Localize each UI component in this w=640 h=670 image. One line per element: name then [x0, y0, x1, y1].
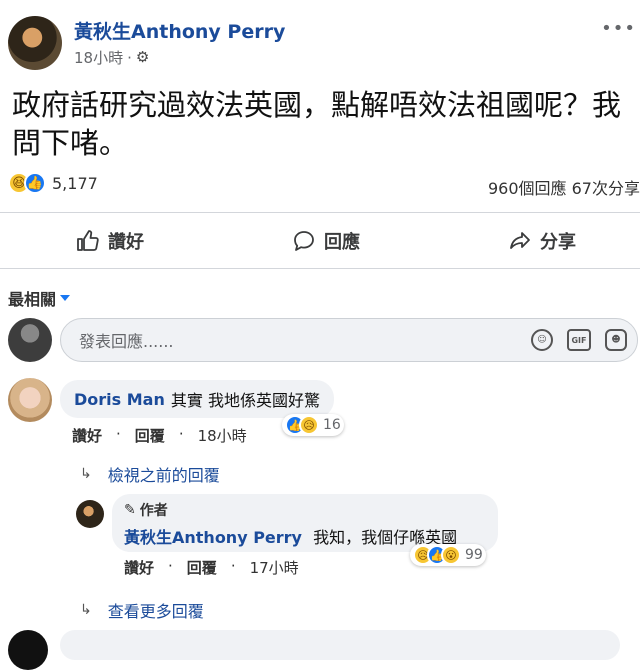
reaction-count: 5,177	[52, 173, 98, 193]
comment-time[interactable]: 18小時	[198, 425, 247, 446]
author-name[interactable]: 黃秋生Anthony Perry	[74, 17, 285, 44]
share-button[interactable]: 分享	[508, 224, 576, 258]
separator-dot: ·	[168, 557, 173, 575]
post-reactions[interactable]: 😆 👍 5,177	[8, 172, 98, 194]
comment-icon	[294, 231, 314, 251]
comment-text: 其實 我地係英國好驚	[170, 391, 320, 410]
reply-arrow-icon: ↳	[80, 602, 92, 618]
next-comment-bubble	[60, 630, 620, 660]
comment-composer[interactable]: ☺ GIF ☻	[60, 318, 638, 363]
view-more-label: 查看更多回覆	[107, 602, 204, 621]
commenter-name[interactable]: Doris Man	[74, 390, 165, 409]
comment-reaction-count: 16	[323, 417, 341, 433]
share-icon	[510, 232, 530, 249]
author-avatar[interactable]	[8, 16, 62, 70]
reply-reactions[interactable]: 😥 👍 😮 99	[410, 544, 486, 566]
commenter-avatar[interactable]	[8, 378, 52, 422]
comment-input[interactable]	[77, 319, 511, 363]
gear-icon: ⚙	[135, 48, 150, 66]
sticker-icon[interactable]: ☻	[605, 329, 627, 351]
divider	[0, 212, 640, 213]
thumbs-up-icon	[77, 230, 99, 251]
view-more-replies-link[interactable]: ↳ 查看更多回覆	[80, 598, 204, 622]
reply-arrow-icon: ↳	[80, 466, 92, 482]
like-button[interactable]: 讚好	[76, 224, 144, 258]
author-badge: ✎ 作者	[124, 500, 486, 520]
separator-dot: ·	[178, 425, 184, 443]
chevron-down-icon	[60, 295, 71, 301]
share-label: 分享	[540, 232, 576, 253]
comment-reply-link[interactable]: 回覆	[135, 425, 165, 446]
pencil-icon: ✎	[124, 502, 136, 518]
reply-reaction-count: 99	[465, 547, 483, 563]
sort-label: 最相關	[8, 290, 57, 309]
like-reaction-icon: 👍	[24, 172, 46, 194]
separator-dot: ·	[116, 425, 121, 443]
author-badge-label: 作者	[139, 503, 168, 519]
comment-actions: 讚好 · 回覆 · 18小時	[72, 425, 247, 446]
comment-bubble: Doris Man 其實 我地係英國好驚	[60, 380, 334, 418]
separator-dot: ·	[230, 557, 236, 575]
divider	[0, 268, 640, 269]
like-label: 讚好	[108, 232, 144, 253]
emoji-icon[interactable]: ☺	[531, 329, 553, 351]
sad-reaction-icon: 😥	[299, 415, 319, 435]
view-previous-replies-link[interactable]: ↳ 檢視之前的回覆	[80, 462, 220, 486]
comment-button[interactable]: 回應	[292, 224, 360, 258]
post-meta: 18小時 · ⚙	[74, 47, 149, 68]
current-user-avatar	[8, 318, 52, 362]
comment-sort-dropdown[interactable]: 最相關	[8, 286, 71, 310]
separator-dot: ·	[127, 48, 132, 67]
reply-author-name[interactable]: 黃秋生Anthony Perry	[124, 528, 302, 547]
comment-reactions[interactable]: 👍 😥 16	[282, 414, 344, 436]
reply-time[interactable]: 17小時	[250, 557, 299, 578]
reply-actions: 讚好 · 回覆 · 17小時	[124, 557, 299, 578]
post-text: 政府話研究過效法英國，點解唔效法祖國呢？我問下啫。	[12, 88, 622, 160]
reply-author-avatar[interactable]	[76, 500, 104, 528]
comment-label: 回應	[324, 232, 360, 253]
comment-like-link[interactable]: 讚好	[72, 425, 102, 446]
view-previous-label: 檢視之前的回覆	[107, 466, 220, 485]
post-stats[interactable]: 960個回應 67次分享	[488, 175, 640, 199]
wow-reaction-icon: 😮	[441, 545, 461, 565]
post-time[interactable]: 18小時	[74, 47, 123, 68]
next-commenter-avatar[interactable]	[8, 630, 48, 670]
reply-like-link[interactable]: 讚好	[124, 557, 154, 578]
reply-reply-link[interactable]: 回覆	[187, 557, 217, 578]
more-options-icon[interactable]: •••	[601, 18, 636, 39]
gif-icon[interactable]: GIF	[567, 329, 591, 351]
